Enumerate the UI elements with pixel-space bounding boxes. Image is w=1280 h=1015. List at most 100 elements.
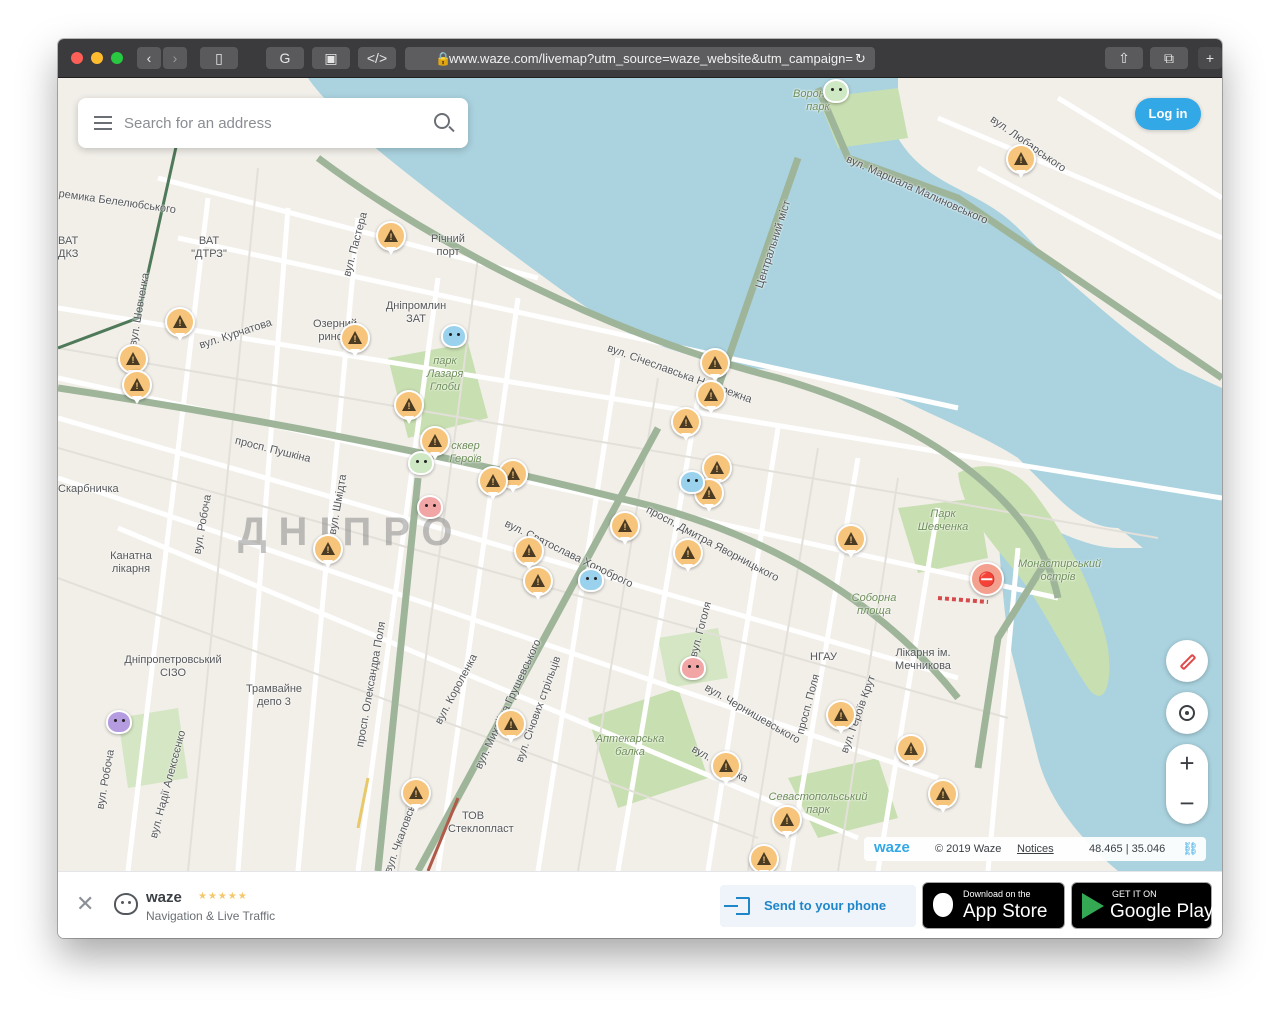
send-to-phone-icon xyxy=(724,897,750,915)
map-canvas[interactable]: ДНІПРО вул. Любарського вул. Маршала Мал… xyxy=(58,78,1222,871)
alert-icon[interactable] xyxy=(836,524,866,560)
wazer-icon[interactable] xyxy=(680,656,706,680)
wazer-icon[interactable] xyxy=(441,324,467,348)
app-store-label: App Store xyxy=(963,901,1048,922)
place-label: ТОВ Стеклопласт xyxy=(448,810,514,835)
app-tagline: Navigation & Live Traffic xyxy=(146,909,276,923)
zoom-out-icon[interactable]: − xyxy=(1166,784,1208,824)
alert-icon[interactable] xyxy=(772,805,802,841)
send-to-phone-button[interactable]: Send to your phone xyxy=(720,885,916,927)
alert-icon[interactable] xyxy=(826,700,856,736)
place-label: ВАТ ДКЗ xyxy=(58,235,79,260)
tabs-overview-button[interactable]: ⧉ xyxy=(1150,47,1188,69)
google-play-label: Google Play xyxy=(1110,901,1214,922)
alert-icon[interactable] xyxy=(165,307,195,343)
back-button[interactable]: ‹ xyxy=(137,47,161,69)
wazer-icon[interactable] xyxy=(417,495,443,519)
wazer-icon[interactable] xyxy=(823,79,849,103)
alert-icon[interactable] xyxy=(313,534,343,570)
login-button[interactable]: Log in xyxy=(1135,98,1201,130)
share-button[interactable]: ⇧ xyxy=(1105,47,1143,69)
alert-icon[interactable] xyxy=(610,511,640,547)
alert-icon[interactable] xyxy=(673,538,703,574)
address-bar[interactable]: 🔒 www.waze.com/livemap?utm_source=waze_w… xyxy=(405,47,875,70)
search-input[interactable] xyxy=(124,110,414,136)
app-name: waze xyxy=(146,889,182,906)
alert-icon[interactable] xyxy=(523,566,553,602)
link-icon[interactable]: ⛓ xyxy=(1182,841,1199,857)
close-window-button[interactable] xyxy=(71,52,83,64)
waze-app-icon xyxy=(114,893,138,915)
waze-logo: waze xyxy=(874,839,910,856)
park-label: Парк Шевченка xyxy=(917,508,969,533)
alert-icon[interactable] xyxy=(401,778,431,814)
alert-icon[interactable] xyxy=(122,370,152,406)
alert-icon[interactable] xyxy=(496,709,526,745)
alert-icon[interactable] xyxy=(394,390,424,426)
minimize-window-button[interactable] xyxy=(91,52,103,64)
search-box xyxy=(78,98,468,148)
park-label: парк Лазаря Глоби xyxy=(426,355,464,393)
coordinates-readout: 48.465 | 35.046 xyxy=(1089,843,1166,855)
report-button[interactable] xyxy=(1166,640,1208,682)
alert-icon[interactable] xyxy=(671,407,701,443)
alert-icon[interactable] xyxy=(711,751,741,787)
app-store-small-text: Download on the xyxy=(963,889,1031,899)
zoom-in-icon[interactable]: + xyxy=(1166,744,1208,784)
locate-icon xyxy=(1179,705,1195,721)
park-label: Соборна площа xyxy=(851,592,897,617)
extension-icon[interactable]: ▣ xyxy=(312,47,350,69)
place-label: ВАТ "ДТРЗ" xyxy=(191,235,227,260)
devtools-icon[interactable]: </> xyxy=(358,47,396,69)
park-label: Аптекарська балка xyxy=(595,733,665,758)
app-download-banner: ✕ waze ★★★★★ Navigation & Live Traffic S… xyxy=(58,871,1222,938)
alert-icon[interactable] xyxy=(340,323,370,359)
app-store-button[interactable]: Download on the App Store xyxy=(922,882,1065,929)
close-icon[interactable]: ✕ xyxy=(76,892,94,916)
place-label: Дніпропетровський СІЗО xyxy=(124,654,222,679)
maximize-window-button[interactable] xyxy=(111,52,123,64)
sidebar-toggle-button[interactable]: ▯ xyxy=(200,47,238,69)
place-label: Скарбничка xyxy=(58,483,119,495)
place-label: Канатна лікарня xyxy=(110,550,152,575)
grammarly-extension-icon[interactable]: G xyxy=(266,47,304,69)
alert-icon[interactable] xyxy=(928,779,958,815)
send-to-phone-label: Send to your phone xyxy=(764,898,887,913)
forward-button[interactable]: › xyxy=(163,47,187,69)
wazer-icon[interactable] xyxy=(679,470,705,494)
reload-icon[interactable]: ↻ xyxy=(855,47,866,70)
alert-icon[interactable] xyxy=(700,348,730,384)
wazer-icon[interactable] xyxy=(408,451,434,475)
google-play-button[interactable]: GET IT ON Google Play xyxy=(1071,882,1214,929)
alert-icon[interactable] xyxy=(896,734,926,770)
notices-link[interactable]: Notices xyxy=(1017,843,1054,855)
rating-stars: ★★★★★ xyxy=(198,891,248,902)
alert-icon[interactable] xyxy=(749,844,779,871)
alert-icon[interactable] xyxy=(478,466,508,502)
apple-icon xyxy=(933,893,953,917)
pencil-icon xyxy=(1179,653,1197,671)
map-attribution: waze © 2019 Waze Notices 48.465 | 35.046… xyxy=(864,837,1206,861)
zoom-control: + − xyxy=(1166,744,1208,824)
wazer-icon[interactable] xyxy=(578,568,604,592)
place-label: НГАУ xyxy=(810,651,838,663)
wazer-icon[interactable] xyxy=(106,710,132,734)
park-label: Монастирський острів xyxy=(1018,558,1102,583)
browser-window: ‹ › ▯ G ▣ </> 🔒 www.waze.com/livemap?utm… xyxy=(58,39,1222,938)
menu-icon[interactable] xyxy=(94,116,112,130)
alert-icon[interactable] xyxy=(376,221,406,257)
copyright-text: © 2019 Waze xyxy=(935,843,1002,855)
alert-icon[interactable] xyxy=(1006,144,1036,180)
browser-titlebar: ‹ › ▯ G ▣ </> 🔒 www.waze.com/livemap?utm… xyxy=(58,39,1222,78)
place-label: Річний порт xyxy=(431,233,465,258)
google-play-icon xyxy=(1082,893,1104,919)
place-label: Дніпромлин ЗАТ xyxy=(385,300,447,325)
locate-me-button[interactable] xyxy=(1166,692,1208,734)
search-icon[interactable] xyxy=(434,113,450,129)
road-closure-icon[interactable]: ⛔ xyxy=(970,562,1004,596)
place-label: Лікарня ім. Мечникова xyxy=(895,647,951,672)
new-tab-button[interactable]: + xyxy=(1198,47,1222,69)
google-play-small-text: GET IT ON xyxy=(1112,889,1157,899)
url-text: www.waze.com/livemap?utm_source=waze_web… xyxy=(449,51,853,66)
place-label: Трамвайне депо 3 xyxy=(245,683,303,708)
